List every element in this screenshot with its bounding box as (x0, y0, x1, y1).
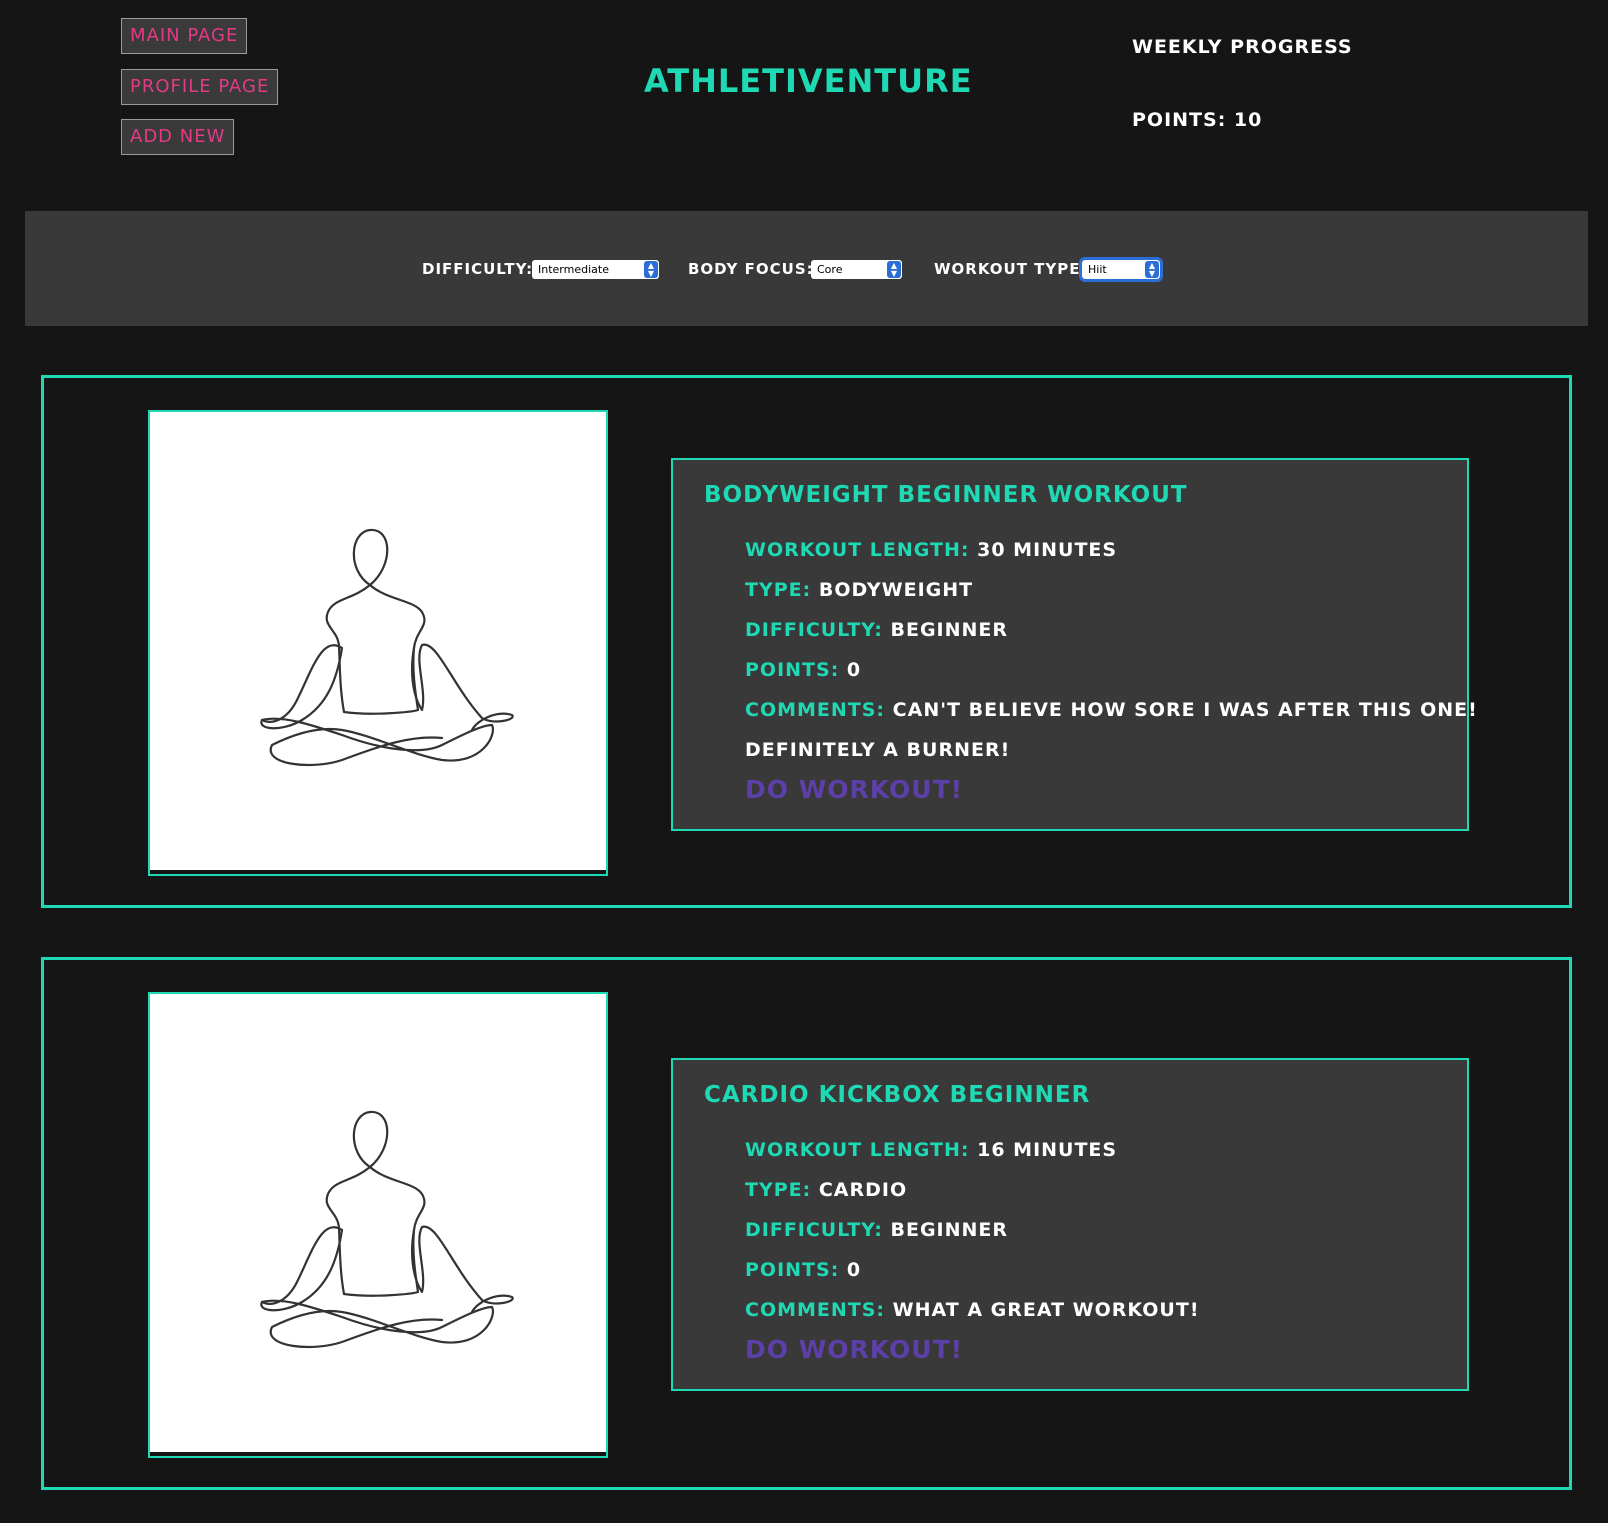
select-chevron-icon: ▲ ▼ (1145, 261, 1159, 278)
workout-image (148, 992, 608, 1458)
select-chevron-icon: ▲ ▼ (887, 261, 901, 278)
workout-type-label: Workout Type: (934, 260, 1088, 278)
difficulty-select[interactable]: Intermediate ▲ ▼ (532, 260, 659, 279)
filter-bar: Difficulty: Intermediate ▲ ▼ Body Focus: … (25, 211, 1588, 326)
workout-comments-label: Comments: (745, 699, 886, 721)
workout-points: Points: 0 (745, 659, 861, 681)
workout-type-label: Type: (745, 579, 812, 601)
difficulty-select-value: Intermediate (538, 263, 609, 276)
workout-type-value: Bodyweight (818, 579, 974, 601)
add-new-button[interactable]: Add New (121, 119, 235, 155)
workout-comments: Comments: Can't believe how sore I was a… (745, 699, 1478, 721)
workout-info-panel: Bodyweight Beginner Workout Workout Leng… (671, 458, 1477, 831)
workout-image (148, 410, 608, 876)
workout-type-select-value: Hiit (1088, 263, 1107, 276)
points-total: Points: 10 (1132, 109, 1263, 131)
workout-difficulty: Difficulty: Beginner (745, 619, 1008, 641)
select-chevron-icon: ▲ ▼ (644, 261, 658, 278)
workout-points-value: 0 (846, 659, 862, 681)
workout-title: Cardio Kickbox Beginner (704, 1082, 1091, 1108)
workout-length-label: Workout Length: (745, 539, 970, 561)
workout-comments-label: Comments: (745, 1299, 886, 1321)
do-workout-button[interactable]: Do Workout! (745, 1335, 963, 1364)
profile-page-button[interactable]: Profile Page (121, 69, 279, 105)
weekly-progress-link[interactable]: Weekly Progress (1132, 36, 1353, 58)
workout-type-select[interactable]: Hiit ▲ ▼ (1079, 257, 1163, 282)
workout-comments-value: Can't believe how sore I was after this … (892, 699, 1478, 721)
workout-difficulty-label: Difficulty: (745, 1219, 883, 1241)
workout-length-value: 30 minutes (977, 539, 1118, 561)
workout-points-value: 0 (846, 1259, 862, 1281)
meditation-line-art-icon (260, 1110, 514, 1349)
workout-type-value: Cardio (818, 1179, 908, 1201)
workout-comments: Comments: What a great workout! (745, 1299, 1199, 1321)
workout-type: Type: Bodyweight (745, 579, 973, 601)
workout-card: Bodyweight Beginner Workout Workout Leng… (41, 375, 1572, 908)
workout-difficulty-value: Beginner (890, 619, 1009, 641)
workout-length-value: 16 minutes (977, 1139, 1118, 1161)
workout-title: Bodyweight Beginner Workout (704, 482, 1188, 508)
workout-comments-value-line2: Definitely a burner! (745, 739, 1011, 761)
workout-difficulty-label: Difficulty: (745, 619, 883, 641)
workout-points: Points: 0 (745, 1259, 861, 1281)
workout-comments-value: What a great workout! (892, 1299, 1200, 1321)
workout-card: Cardio Kickbox Beginner Workout Length: … (41, 957, 1572, 1490)
workout-info-panel: Cardio Kickbox Beginner Workout Length: … (671, 1058, 1469, 1391)
workout-length-label: Workout Length: (745, 1139, 970, 1161)
workout-length: Workout Length: 16 minutes (745, 1139, 1117, 1161)
meditation-line-art-icon (260, 528, 514, 767)
app-title: Athletiventure (644, 62, 973, 100)
workout-type: Type: Cardio (745, 1179, 907, 1201)
workout-difficulty-value: Beginner (890, 1219, 1009, 1241)
main-page-button[interactable]: Main Page (121, 18, 248, 54)
workout-type-label: Type: (745, 1179, 812, 1201)
body-focus-select[interactable]: Core ▲ ▼ (811, 260, 902, 279)
workout-points-label: Points: (745, 659, 840, 681)
workout-points-label: Points: (745, 1259, 840, 1281)
workout-length: Workout Length: 30 minutes (745, 539, 1117, 561)
workout-difficulty: Difficulty: Beginner (745, 1219, 1008, 1241)
workout-comments-continued: Definitely a burner! (745, 739, 1010, 761)
difficulty-label: Difficulty: (422, 260, 534, 278)
body-focus-select-value: Core (817, 263, 843, 276)
body-focus-label: Body Focus: (688, 260, 814, 278)
do-workout-button[interactable]: Do Workout! (745, 775, 963, 804)
